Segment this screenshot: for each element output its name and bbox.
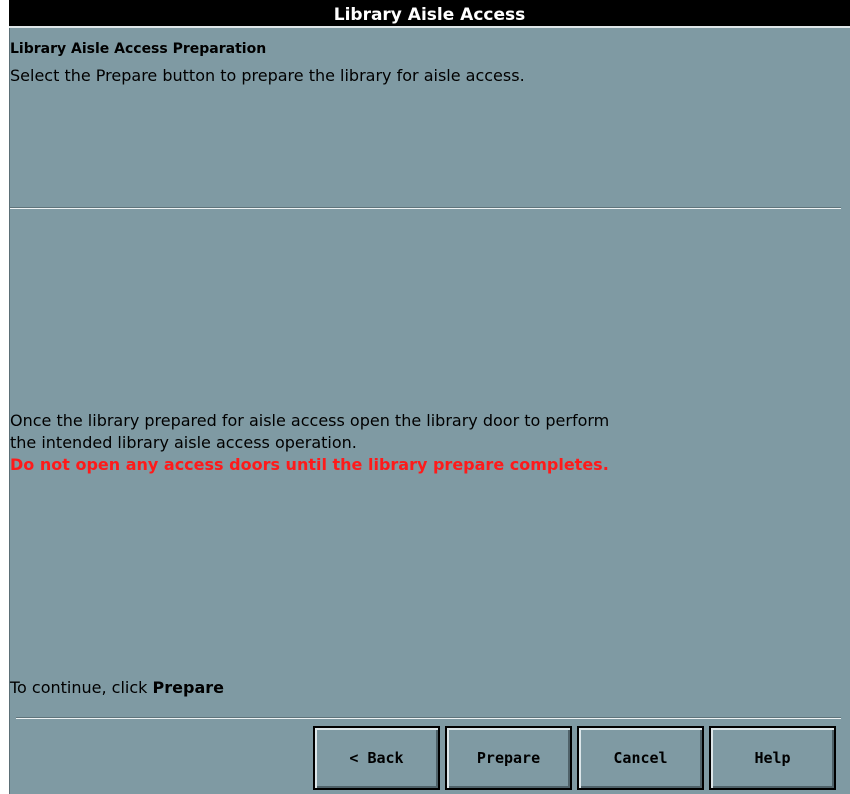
continue-prefix: To continue, click bbox=[10, 678, 153, 697]
info-line-1: Once the library prepared for aisle acce… bbox=[10, 411, 610, 430]
back-button[interactable]: < Back bbox=[313, 726, 440, 790]
title-bar: Library Aisle Access bbox=[9, 0, 850, 28]
prepare-button[interactable]: Prepare bbox=[445, 726, 572, 790]
top-separator bbox=[10, 207, 841, 209]
bottom-separator bbox=[16, 717, 841, 719]
instruction-text: Select the Prepare button to prepare the… bbox=[10, 66, 525, 85]
continue-text: To continue, click Prepare bbox=[10, 678, 224, 697]
section-heading: Library Aisle Access Preparation bbox=[10, 41, 267, 57]
help-button[interactable]: Help bbox=[709, 726, 836, 790]
warning-text: Do not open any access doors until the l… bbox=[10, 455, 609, 474]
window-title: Library Aisle Access bbox=[333, 5, 526, 25]
cancel-button[interactable]: Cancel bbox=[577, 726, 704, 790]
continue-action: Prepare bbox=[152, 678, 224, 697]
info-line-2: the intended library aisle access operat… bbox=[10, 433, 357, 452]
info-block: Once the library prepared for aisle acce… bbox=[10, 410, 830, 476]
